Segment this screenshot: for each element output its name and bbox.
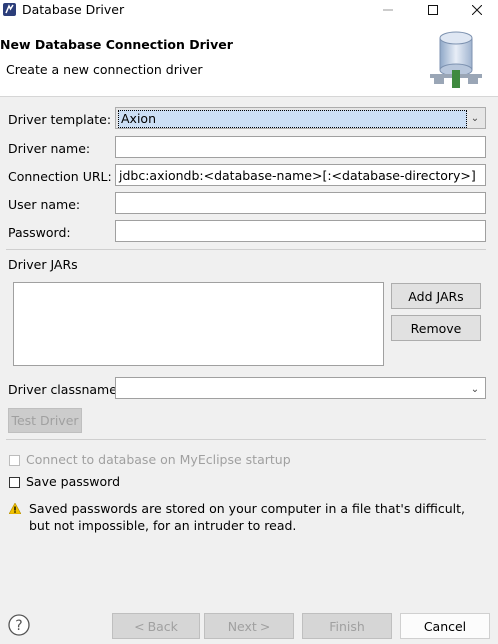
user-name-label: User name: xyxy=(8,197,81,212)
connect-on-startup-checkbox[interactable] xyxy=(9,455,20,466)
separator xyxy=(6,439,486,440)
remove-button[interactable]: Remove xyxy=(391,315,481,341)
save-password-label: Save password xyxy=(26,474,121,489)
driver-template-value: Axion xyxy=(118,110,467,128)
eclipse-app-icon xyxy=(3,3,16,16)
close-icon xyxy=(472,5,482,15)
driver-name-label: Driver name: xyxy=(8,141,91,156)
title-bar: Database Driver xyxy=(0,0,498,20)
driver-classname-select[interactable]: ⌄ xyxy=(115,377,486,399)
connection-url-input[interactable]: jdbc:axiondb:<database-name>[:<database-… xyxy=(115,164,486,186)
svg-text:?: ? xyxy=(15,618,22,634)
add-jars-label: Add JARs xyxy=(408,288,464,304)
warning-icon xyxy=(9,503,21,514)
next-label: Next xyxy=(227,618,257,634)
driver-template-select[interactable]: Axion ⌄ xyxy=(115,107,486,129)
page-description: Create a new connection driver xyxy=(6,62,203,77)
wizard-header: New Database Connection Driver Create a … xyxy=(0,20,498,97)
maximize-icon xyxy=(428,5,438,15)
user-name-input[interactable] xyxy=(115,192,486,214)
minimize-icon xyxy=(383,9,393,11)
password-label: Password: xyxy=(8,225,71,240)
password-warning-text: Saved passwords are stored on your compu… xyxy=(29,501,465,533)
cancel-button[interactable]: Cancel xyxy=(400,613,490,639)
help-icon[interactable]: ? xyxy=(8,614,30,636)
driver-name-input[interactable] xyxy=(115,136,486,158)
back-button[interactable]: < Back xyxy=(112,613,200,639)
close-button[interactable] xyxy=(455,0,498,20)
driver-jars-list[interactable] xyxy=(13,282,384,366)
driver-template-label: Driver template: xyxy=(8,112,112,127)
remove-label: Remove xyxy=(410,320,462,336)
page-title: New Database Connection Driver xyxy=(0,37,233,52)
next-chevron: > xyxy=(259,618,271,634)
add-jars-button[interactable]: Add JARs xyxy=(391,283,481,309)
back-label: Back xyxy=(147,618,178,634)
driver-classname-label: Driver classname: xyxy=(8,382,122,397)
chevron-down-icon: ⌄ xyxy=(470,112,480,124)
finish-label: Finish xyxy=(329,618,365,634)
maximize-button[interactable] xyxy=(411,0,455,20)
minimize-button[interactable] xyxy=(366,0,410,20)
database-connection-icon xyxy=(430,31,482,88)
test-driver-label: Test Driver xyxy=(11,413,79,428)
chevron-down-icon: ⌄ xyxy=(470,383,480,395)
save-password-checkbox[interactable] xyxy=(9,477,20,488)
test-driver-button[interactable]: Test Driver xyxy=(8,408,82,433)
next-button[interactable]: Next > xyxy=(204,613,294,639)
cancel-label: Cancel xyxy=(423,618,467,634)
connection-url-label: Connection URL: xyxy=(8,169,112,184)
back-chevron: < xyxy=(134,618,145,634)
window-title: Database Driver xyxy=(22,2,125,17)
connect-on-startup-label: Connect to database on MyEclipse startup xyxy=(26,452,291,467)
password-input[interactable] xyxy=(115,220,486,242)
finish-button[interactable]: Finish xyxy=(302,613,392,639)
driver-jars-label: Driver JARs xyxy=(8,257,78,272)
separator xyxy=(6,249,486,250)
